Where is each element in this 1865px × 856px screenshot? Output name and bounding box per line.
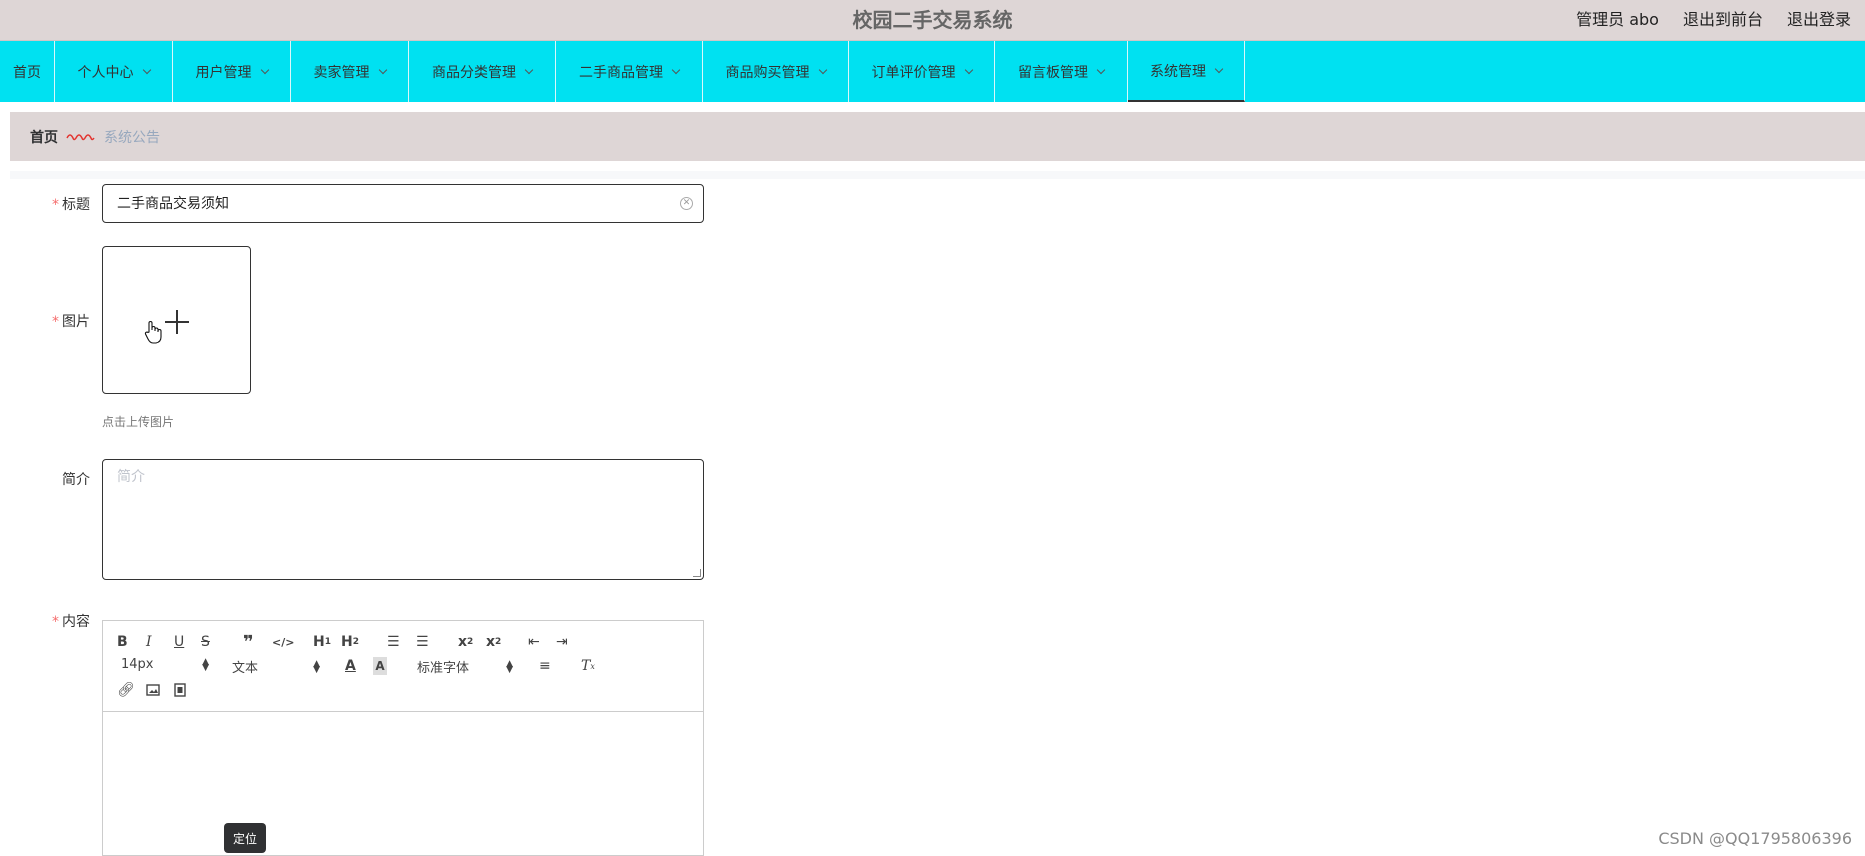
nav-item-label: 商品分类管理 — [432, 64, 516, 81]
video-icon[interactable] — [174, 681, 186, 699]
nav-item-user-management[interactable]: 用户管理 — [173, 41, 291, 102]
outdent-icon[interactable]: ⇤ — [528, 633, 540, 651]
exit-to-frontend-link[interactable]: 退出到前台 — [1683, 6, 1763, 30]
code-block-icon[interactable]: </> — [272, 633, 294, 651]
link-icon[interactable]: 🔗︎ — [117, 681, 135, 699]
title-input[interactable] — [103, 185, 663, 221]
heading-1-button[interactable]: H1 — [313, 633, 331, 651]
font-family-select[interactable]: 标准字体 ▲ ▼ — [417, 657, 513, 676]
select-arrow-icon: ▲ ▼ — [313, 658, 320, 675]
chevron-down-icon — [818, 65, 827, 74]
nav-item-label: 卖家管理 — [313, 64, 370, 81]
nav-item-secondhand-goods-management[interactable]: 二手商品管理 — [556, 41, 703, 102]
header-actions: 管理员 abo 退出到前台 退出登录 — [1576, 6, 1851, 30]
intro-label: 简介 — [62, 472, 90, 488]
title-field[interactable]: ✕ — [102, 184, 704, 223]
breadcrumb: 首页 系统公告 — [10, 112, 1865, 161]
rich-text-editor: B I U S ❞ </> H1 H2 ☰ ☰ x2 x2 ⇤ ⇥ 14px ▲… — [102, 620, 704, 856]
nav-item-purchase-management[interactable]: 商品购买管理 — [703, 41, 849, 102]
nav-item-order-review-management[interactable]: 订单评价管理 — [849, 41, 995, 102]
nav-item-label: 系统管理 — [1150, 63, 1206, 80]
blockquote-icon[interactable]: ❞ — [243, 632, 254, 653]
nav-item-message-board-management[interactable]: 留言板管理 — [995, 41, 1128, 102]
font-color-icon[interactable]: A — [345, 657, 356, 675]
nav-item-seller-management[interactable]: 卖家管理 — [291, 41, 409, 102]
header-select[interactable]: 文本 ▲ ▼ — [232, 657, 320, 676]
required-mark: * — [52, 314, 59, 330]
chevron-down-icon — [260, 65, 269, 74]
select-arrow-icon: ▲ ▼ — [202, 656, 209, 673]
indent-icon[interactable]: ⇥ — [556, 633, 568, 651]
logout-link[interactable]: 退出登录 — [1787, 6, 1851, 30]
ordered-list-icon[interactable]: ☰ — [387, 633, 400, 651]
upload-tip: 点击上传图片 — [102, 415, 175, 429]
nav-item-label: 商品购买管理 — [725, 64, 810, 81]
image-icon[interactable] — [146, 681, 160, 699]
tooltip: 定位 — [224, 823, 266, 853]
underline-button[interactable]: U — [174, 633, 184, 651]
nav-item-label: 用户管理 — [195, 64, 252, 81]
chevron-down-icon — [964, 65, 973, 74]
watermark: CSDN @QQ1795806396 — [1658, 829, 1852, 848]
image-label: * 图片 — [52, 314, 90, 330]
current-user-label: 管理员 abo — [1576, 10, 1659, 29]
intro-textarea[interactable] — [103, 460, 703, 579]
align-icon[interactable]: ≡ — [539, 657, 551, 675]
chevron-down-icon — [378, 65, 387, 74]
chevron-down-icon — [671, 65, 681, 74]
title-label: * 标题 — [52, 197, 90, 213]
heading-2-button[interactable]: H2 — [341, 633, 359, 651]
hand-cursor-icon — [144, 321, 162, 344]
italic-button[interactable]: I — [146, 633, 152, 651]
breadcrumb-current: 系统公告 — [104, 129, 160, 146]
required-mark: * — [52, 614, 59, 630]
bold-button[interactable]: B — [117, 633, 128, 651]
nav-item-category-management[interactable]: 商品分类管理 — [409, 41, 556, 102]
nav-item-label: 留言板管理 — [1018, 64, 1088, 81]
nav-item-label: 二手商品管理 — [579, 64, 663, 81]
nav-item-label: 首页 — [13, 64, 41, 81]
nav-item-personal-center[interactable]: 个人中心 — [55, 41, 173, 102]
superscript-button[interactable]: x2 — [486, 633, 501, 651]
strike-button[interactable]: S — [201, 633, 210, 651]
background-color-icon[interactable]: A — [373, 657, 387, 675]
subscript-button[interactable]: x2 — [458, 633, 473, 651]
clear-format-icon[interactable]: Tx — [581, 657, 595, 675]
font-size-select[interactable]: 14px ▲ ▼ — [121, 657, 209, 672]
nav-item-label: 订单评价管理 — [871, 64, 956, 81]
clear-icon[interactable]: ✕ — [680, 197, 693, 210]
content-label: * 内容 — [52, 614, 90, 630]
editor-body[interactable] — [103, 712, 703, 852]
intro-field[interactable] — [102, 459, 704, 580]
chevron-down-icon — [524, 65, 534, 74]
image-upload-button[interactable] — [102, 246, 251, 394]
breadcrumb-home[interactable]: 首页 — [30, 127, 58, 147]
editor-toolbar: B I U S ❞ </> H1 H2 ☰ ☰ x2 x2 ⇤ ⇥ 14px ▲… — [103, 621, 703, 712]
chevron-down-icon — [142, 65, 151, 74]
nav-item-label: 个人中心 — [77, 64, 134, 81]
nav-item-home[interactable]: 首页 — [0, 41, 55, 102]
chevron-down-icon — [1214, 64, 1224, 73]
select-arrow-icon: ▲ ▼ — [506, 658, 513, 675]
top-header: 校园二手交易系统 管理员 abo 退出到前台 退出登录 — [0, 0, 1865, 41]
main-nav: 首页 个人中心 用户管理 卖家管理 商品分类管理 二手商品管理 商品购买管理 订… — [0, 41, 1865, 102]
required-mark: * — [52, 197, 59, 213]
nav-item-system-management[interactable]: 系统管理 — [1128, 41, 1245, 102]
resize-handle-icon[interactable] — [693, 569, 701, 577]
bullet-list-icon[interactable]: ☰ — [416, 633, 429, 651]
chevron-down-icon — [1096, 65, 1106, 74]
breadcrumb-separator-icon — [66, 132, 96, 142]
